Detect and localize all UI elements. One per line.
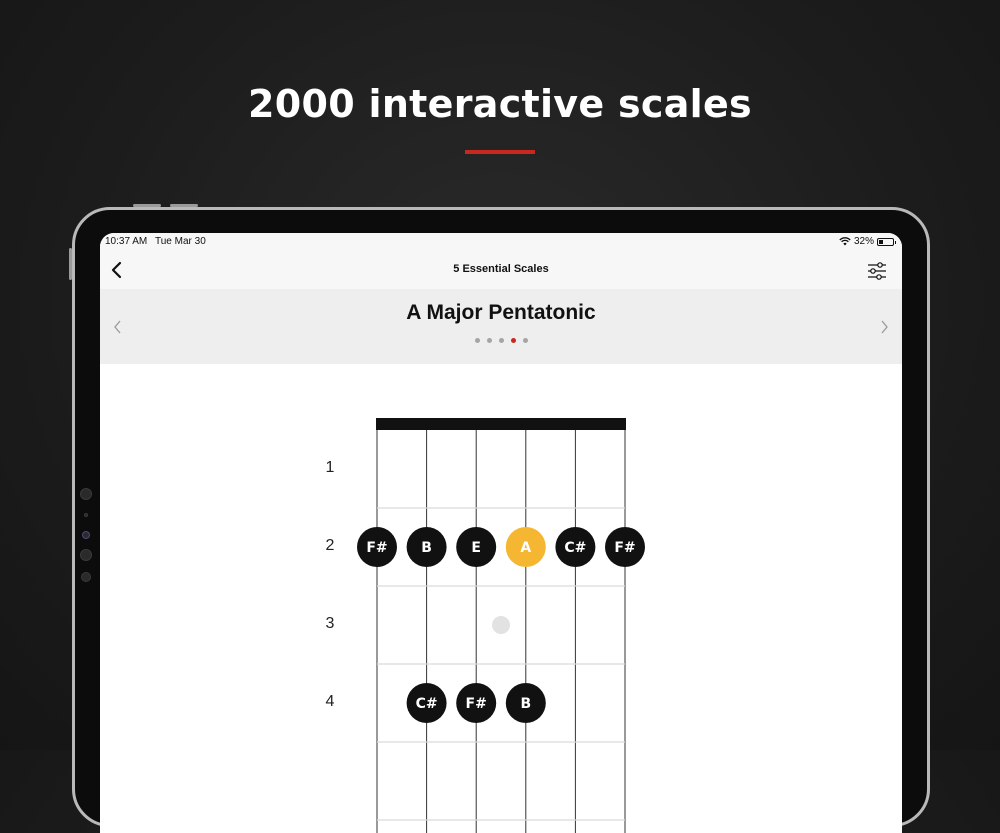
- status-date: Tue Mar 30: [155, 236, 206, 247]
- chevron-right-icon: [881, 320, 888, 334]
- fretboard-nut: [376, 418, 626, 430]
- battery-percent: 32%: [853, 236, 874, 247]
- camera-5: [81, 572, 91, 582]
- camera-1: [80, 488, 92, 500]
- fret-number: 1: [325, 459, 335, 476]
- headline: 2000 interactive scales: [248, 82, 752, 126]
- note-label: B: [520, 696, 531, 712]
- page-indicator: [100, 338, 902, 343]
- navigation-bar: 5 Essential Scales: [100, 251, 902, 289]
- page-dot-4[interactable]: [510, 338, 516, 343]
- page-dot-3[interactable]: [498, 338, 504, 343]
- fret-number: 3: [325, 615, 335, 632]
- settings-button[interactable]: [866, 260, 888, 282]
- wifi-icon: [839, 237, 851, 246]
- app-screen: 10:37 AM Tue Mar 30 32% 5 Essential Scal…: [100, 233, 902, 833]
- note-label: A: [520, 540, 531, 556]
- page-dot-5[interactable]: [522, 338, 528, 343]
- note-label: F#: [614, 540, 635, 556]
- page-dot-1[interactable]: [474, 338, 480, 343]
- note-label: E: [471, 540, 481, 556]
- next-scale-button[interactable]: [876, 317, 892, 337]
- note-label: F#: [366, 540, 387, 556]
- note-label: F#: [466, 696, 487, 712]
- fretboard: F# B E A C# F# C# F# B: [357, 418, 645, 833]
- fret-inlay-marker: [492, 616, 510, 634]
- headline-accent-bar: [465, 150, 535, 154]
- status-time: 10:37 AM: [105, 236, 148, 247]
- battery-icon: [877, 237, 896, 246]
- camera-4: [80, 549, 92, 561]
- sliders-icon: [868, 262, 886, 280]
- status-bar: 10:37 AM Tue Mar 30 32%: [100, 233, 902, 251]
- camera-3: [82, 531, 90, 539]
- note-label: B: [421, 540, 432, 556]
- note-label: C#: [416, 696, 438, 712]
- nav-title: 5 Essential Scales: [453, 263, 549, 275]
- scale-header: A Major Pentatonic: [100, 289, 902, 364]
- note-label: C#: [564, 540, 586, 556]
- status-indicators: 32%: [839, 236, 896, 247]
- scale-title: A Major Pentatonic: [406, 301, 596, 324]
- fretboard-area: F# B E A C# F# C# F# B 1 2 3 4: [100, 364, 902, 833]
- fret-number: 4: [325, 693, 335, 710]
- fret-number: 2: [325, 537, 335, 554]
- camera-2: [84, 513, 88, 517]
- page-dot-2[interactable]: [486, 338, 492, 343]
